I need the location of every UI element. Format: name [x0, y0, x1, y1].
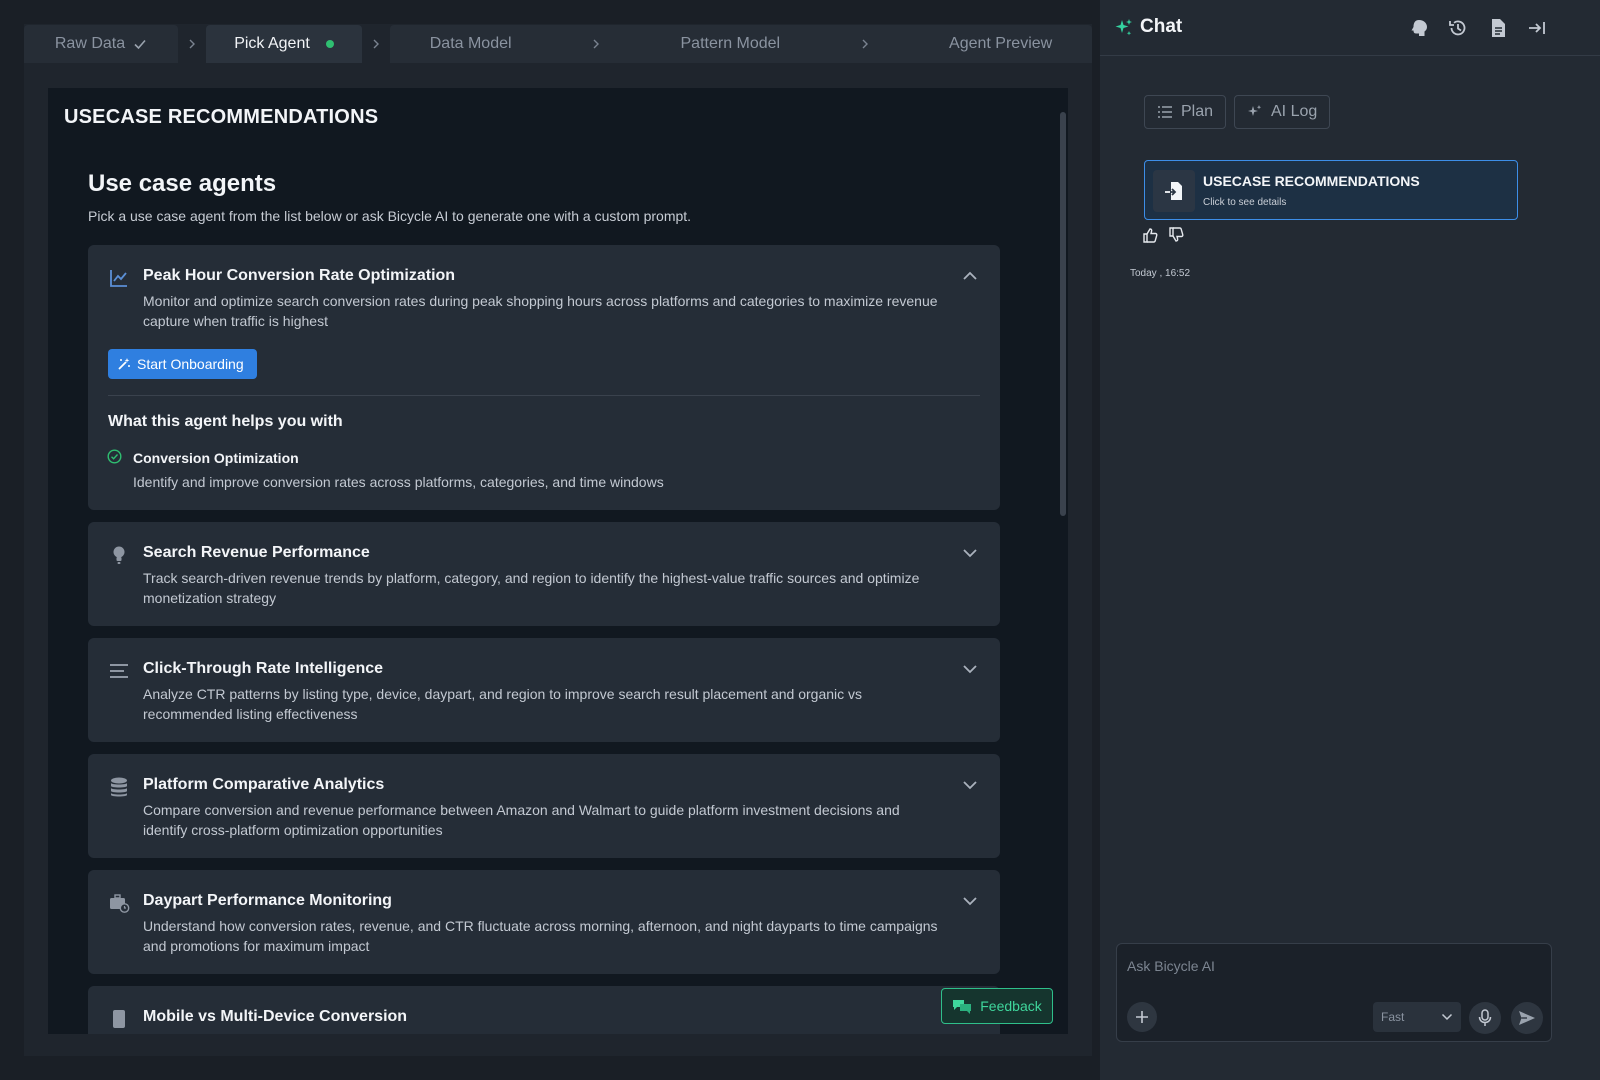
active-dot-icon	[325, 40, 334, 48]
chip-label: AI Log	[1271, 103, 1318, 120]
main-panel: Raw Data Pick Agent Data Model Pattern M…	[24, 24, 1092, 1056]
chat-input[interactable]	[1127, 954, 1537, 978]
section-title: USECASE RECOMMENDATIONS	[64, 106, 379, 128]
plus-icon	[1136, 1011, 1148, 1023]
lines-icon	[108, 660, 130, 682]
add-attachment-button[interactable]	[1127, 1002, 1157, 1032]
feedback-button[interactable]: Feedback	[941, 988, 1053, 1024]
briefcase-clock-icon	[108, 892, 130, 914]
thumbs-up-icon[interactable]	[1142, 227, 1158, 243]
step-label: Pick Agent	[234, 35, 310, 52]
chat-bubbles-icon	[952, 998, 972, 1014]
card-description: Analyze CTR patterns by listing type, de…	[143, 686, 863, 722]
step-pattern-model[interactable]: Pattern Model	[681, 35, 781, 53]
send-button[interactable]	[1511, 1002, 1543, 1034]
magic-wand-icon	[117, 357, 131, 371]
chevron-down-icon	[1441, 1013, 1453, 1021]
message-timestamp: Today , 16:52	[1130, 268, 1191, 279]
thumbs-down-icon[interactable]	[1168, 227, 1184, 243]
step-label: Data Model	[429, 35, 512, 52]
message-card-subtitle: Click to see details	[1203, 197, 1287, 208]
model-select-value: Fast	[1381, 1010, 1405, 1024]
step-label: Raw Data	[54, 35, 126, 52]
chat-header: Chat	[1100, 0, 1600, 56]
chevron-down-icon[interactable]	[962, 548, 978, 558]
chevron-up-icon[interactable]	[962, 271, 978, 281]
send-icon	[1519, 1011, 1535, 1025]
scrollbar[interactable]	[1060, 112, 1066, 516]
step-pick-agent[interactable]: Pick Agent	[206, 25, 362, 63]
divider	[108, 395, 980, 396]
button-label: Start Onboarding	[137, 356, 244, 372]
sparkle-icon	[1114, 18, 1134, 38]
page-subtitle: Pick a use case agent from the list belo…	[88, 208, 692, 224]
card-title: Peak Hour Conversion Rate Optimization	[143, 267, 456, 284]
recommendations-content: USECASE RECOMMENDATIONS Use case agents …	[48, 88, 1068, 1034]
card-description: Track search-driven revenue trends by pl…	[143, 570, 920, 606]
database-icon	[108, 776, 130, 798]
card-title: Mobile vs Multi-Device Conversion	[143, 1008, 408, 1025]
usecase-card[interactable]: Click-Through Rate Intelligence Analyze …	[88, 638, 1000, 742]
plan-chip[interactable]: Plan	[1144, 95, 1227, 129]
lightbulb-icon	[108, 544, 130, 566]
card-title: Daypart Performance Monitoring	[143, 892, 392, 909]
step-raw-data[interactable]: Raw Data	[24, 25, 178, 63]
list-icon	[1157, 105, 1173, 119]
message-card[interactable]: USECASE RECOMMENDATIONS Click to see det…	[1144, 160, 1518, 220]
chevron-right-icon	[591, 38, 601, 50]
usecase-card[interactable]: Platform Comparative Analytics Compare c…	[88, 754, 1000, 858]
message-card-title: USECASE RECOMMENDATIONS	[1203, 173, 1420, 189]
card-description: Monitor and optimize search conversion r…	[143, 293, 938, 329]
card-description: Understand how conversion rates, revenue…	[143, 918, 938, 954]
chip-label: Plan	[1181, 103, 1214, 120]
step-label: Pattern Model	[680, 35, 781, 52]
chat-panel: Chat Plan AI Log USECASE RECOMMENDATIONS…	[1100, 0, 1600, 1080]
start-onboarding-button[interactable]: Start Onboarding	[108, 349, 257, 379]
step-agent-preview[interactable]: Agent Preview	[949, 35, 1052, 53]
check-icon	[133, 37, 147, 51]
card-title: Click-Through Rate Intelligence	[143, 660, 384, 677]
chevron-right-icon	[860, 38, 870, 50]
check-circle-icon	[107, 449, 122, 464]
helps-title: What this agent helps you with	[108, 413, 343, 430]
document-icon[interactable]	[1489, 18, 1507, 38]
collapse-panel-icon[interactable]	[1527, 18, 1547, 38]
feature-title: Conversion Optimization	[133, 450, 299, 466]
file-import-icon	[1153, 170, 1195, 212]
model-select[interactable]: Fast	[1373, 1002, 1461, 1032]
stepper: Raw Data Pick Agent Data Model Pattern M…	[24, 24, 1092, 64]
brain-icon[interactable]	[1409, 18, 1429, 38]
button-label: Feedback	[980, 998, 1042, 1014]
step-group-pending: Data Model Pattern Model Agent Preview	[390, 25, 1092, 63]
chevron-right-icon	[178, 38, 206, 50]
chevron-right-icon	[362, 38, 390, 50]
chevron-down-icon[interactable]	[962, 664, 978, 674]
chevron-down-icon[interactable]	[962, 780, 978, 790]
ai-log-chip[interactable]: AI Log	[1234, 95, 1331, 129]
step-data-model[interactable]: Data Model	[430, 35, 512, 53]
usecase-card[interactable]: Search Revenue Performance Track search-…	[88, 522, 1000, 626]
microphone-icon	[1478, 1009, 1492, 1026]
chevron-down-icon[interactable]	[962, 896, 978, 906]
feature-description: Identify and improve conversion rates ac…	[133, 474, 664, 490]
line-chart-icon	[108, 267, 130, 289]
usecase-card: Peak Hour Conversion Rate Optimization M…	[88, 245, 1000, 510]
card-title: Platform Comparative Analytics	[143, 776, 385, 793]
sparkle-icon	[1247, 104, 1263, 120]
card-title: Search Revenue Performance	[143, 544, 370, 561]
microphone-button[interactable]	[1469, 1002, 1501, 1034]
chat-title: Chat	[1140, 16, 1183, 37]
device-icon	[108, 1008, 130, 1030]
history-icon[interactable]	[1448, 18, 1468, 38]
usecase-card[interactable]: Mobile vs Multi-Device Conversion	[88, 986, 1000, 1034]
usecase-card[interactable]: Daypart Performance Monitoring Understan…	[88, 870, 1000, 974]
chat-composer: Fast	[1116, 943, 1552, 1042]
card-description: Compare conversion and revenue performan…	[143, 802, 900, 838]
page-title: Use case agents	[88, 170, 277, 197]
step-label: Agent Preview	[949, 35, 1053, 52]
